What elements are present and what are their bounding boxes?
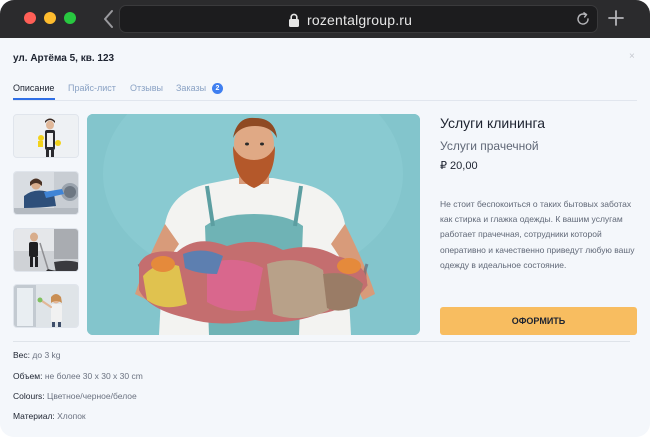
product-subtitle: Услуги прачечной: [440, 139, 539, 153]
tab-orders[interactable]: Заказы: [176, 83, 206, 93]
close-icon[interactable]: ×: [629, 51, 635, 62]
spec-value: Хлопок: [57, 411, 86, 421]
browser-window: rozentalgroup.ru ул. Артёма 5, кв. 123 ×…: [0, 0, 650, 437]
thumbnail-1[interactable]: [13, 114, 79, 158]
product-description: Не стоит беспокоиться о таких бытовых за…: [440, 199, 635, 270]
spec-value: Цветное/черное/белое: [47, 391, 137, 401]
close-window-button[interactable]: [24, 12, 36, 24]
page-title: ул. Артёма 5, кв. 123: [13, 53, 115, 64]
lock-icon: [289, 13, 299, 27]
specs-divider: [13, 341, 630, 342]
address-bar[interactable]: rozentalgroup.ru: [119, 5, 598, 33]
cleaner-with-gloves-image: [14, 115, 78, 157]
spec-key: Материал:: [13, 411, 55, 421]
product-title: Услуги клининга: [440, 115, 546, 131]
spec-row-material: Материал: Хлопок: [13, 411, 86, 421]
orders-count-badge: 2: [212, 83, 223, 94]
url-text: rozentalgroup.ru: [307, 12, 413, 28]
washing-machine-image: [14, 172, 78, 214]
main-product-image: [87, 114, 420, 335]
spec-key: Вес:: [13, 350, 31, 360]
new-tab-icon[interactable]: [607, 9, 625, 27]
back-arrow-icon[interactable]: [100, 8, 118, 30]
thumbnail-3[interactable]: [13, 228, 79, 272]
spec-key: Объем:: [13, 371, 43, 381]
reload-icon[interactable]: [575, 11, 591, 27]
order-button[interactable]: ОФОРМИТЬ: [440, 307, 637, 335]
cleaning-window-image: [14, 285, 78, 327]
tab-price-list[interactable]: Прайс-лист: [68, 83, 116, 93]
spec-value: не более 30 x 30 x 30 cm: [44, 371, 143, 381]
tab-reviews[interactable]: Отзывы: [130, 83, 163, 93]
minimize-window-button[interactable]: [44, 12, 56, 24]
spec-key: Colours:: [13, 391, 45, 401]
man-holding-laundry-image: [87, 114, 420, 335]
thumbnail-2[interactable]: [13, 171, 79, 215]
product-price: ₽ 20,00: [440, 160, 478, 172]
maximize-window-button[interactable]: [64, 12, 76, 24]
tabs-divider: [13, 100, 637, 101]
spec-row-weight: Вес: до 3 kg: [13, 350, 61, 360]
browser-titlebar: rozentalgroup.ru: [0, 0, 650, 38]
spec-row-volume: Объем: не более 30 x 30 x 30 cm: [13, 371, 143, 381]
spec-row-colours: Colours: Цветное/черное/белое: [13, 391, 137, 401]
page-content: ул. Артёма 5, кв. 123 × Описание Прайс-л…: [0, 38, 650, 437]
tab-description[interactable]: Описание: [13, 83, 54, 93]
thumbnail-4[interactable]: [13, 284, 79, 328]
mopping-floor-image: [14, 229, 78, 271]
spec-value: до 3 kg: [32, 350, 61, 360]
